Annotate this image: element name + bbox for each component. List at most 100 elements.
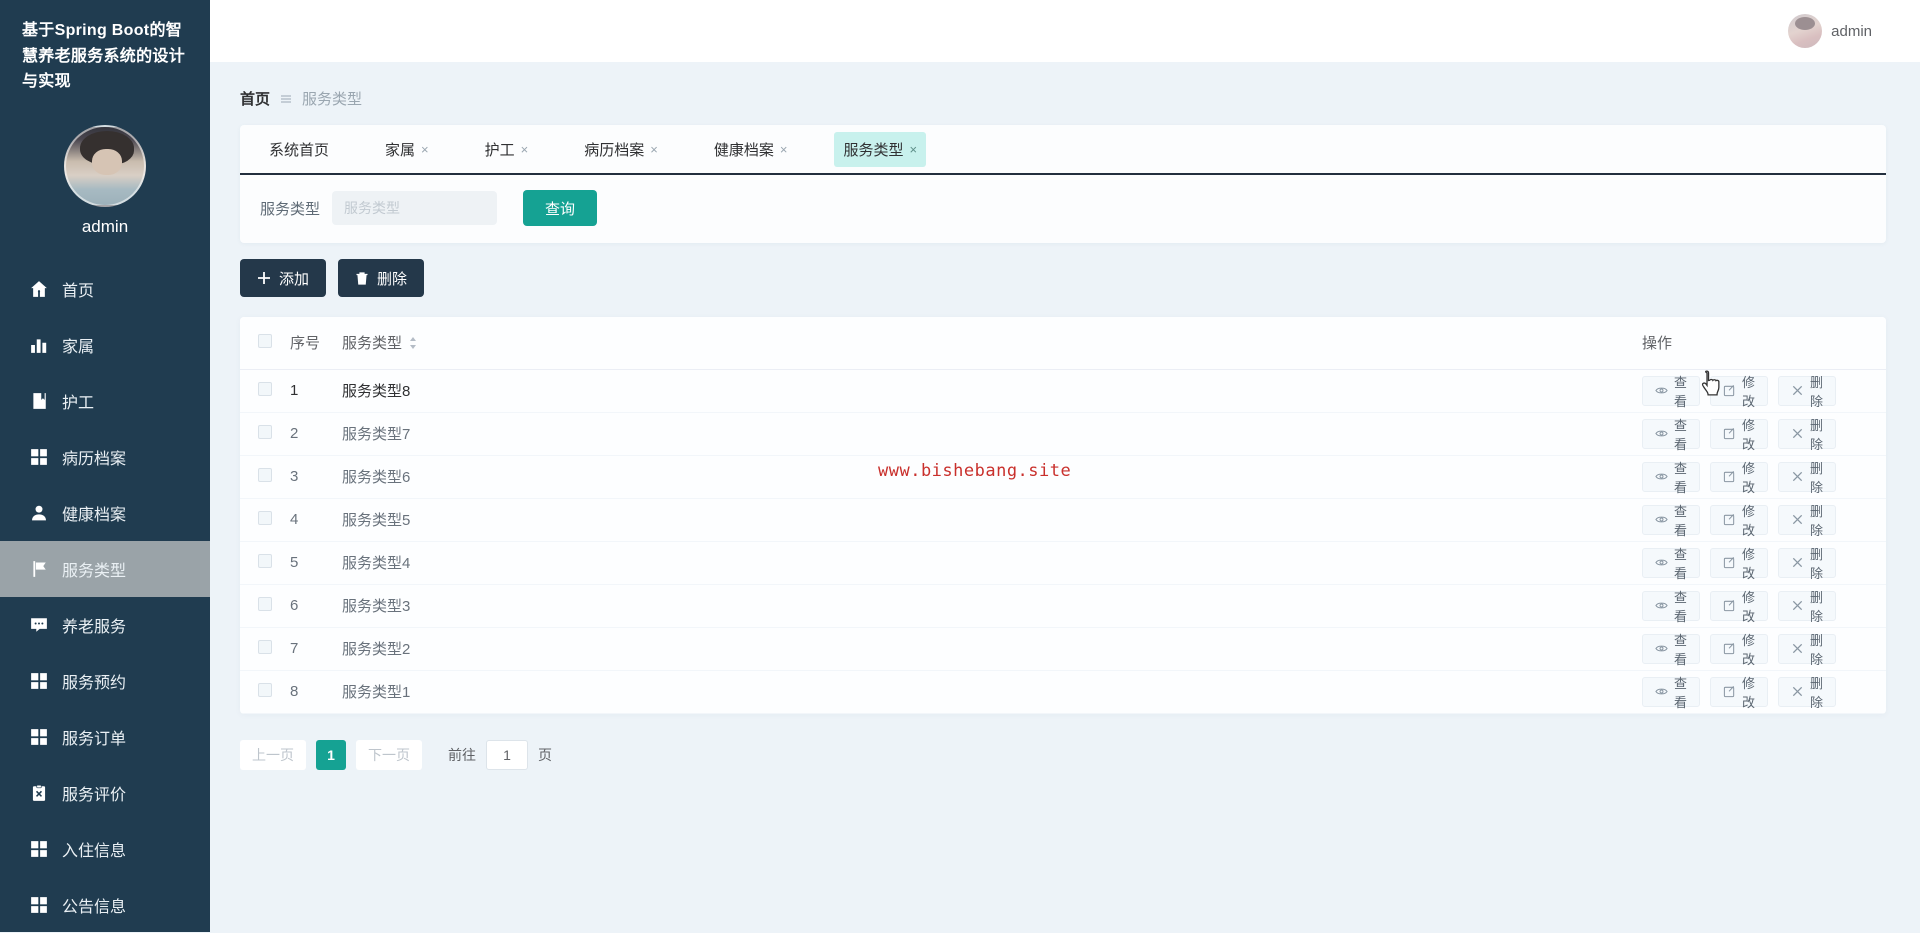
app-title: 基于Spring Boot的智慧养老服务系统的设计与实现 bbox=[22, 22, 186, 91]
table-row: 1 服务类型8 查看 修改 删除 bbox=[240, 369, 1886, 413]
sort-icon[interactable] bbox=[408, 336, 418, 350]
edit-icon bbox=[1723, 599, 1736, 612]
row-checkbox[interactable] bbox=[258, 639, 272, 654]
edit-button[interactable]: 修改 bbox=[1709, 461, 1768, 495]
sidebar-item-健康档案[interactable]: 健康档案 bbox=[0, 485, 210, 541]
eye-icon bbox=[1655, 513, 1668, 526]
view-button[interactable]: 查看 bbox=[1641, 504, 1700, 538]
close-icon bbox=[1791, 470, 1804, 483]
page-unit-label: 页 bbox=[538, 746, 552, 763]
tab-病历档案[interactable]: 病历档案 × bbox=[575, 132, 667, 167]
edit-button[interactable]: 修改 bbox=[1709, 590, 1768, 624]
edit-button[interactable]: 修改 bbox=[1709, 504, 1768, 538]
eye-icon bbox=[1655, 599, 1668, 612]
row-delete-button[interactable]: 删除 bbox=[1777, 461, 1836, 495]
row-delete-button[interactable]: 删除 bbox=[1777, 418, 1836, 452]
edit-icon bbox=[1723, 470, 1736, 483]
eye-icon bbox=[1655, 556, 1668, 569]
view-button[interactable]: 查看 bbox=[1641, 590, 1700, 624]
sidebar-avatar bbox=[64, 124, 146, 207]
row-checkbox[interactable] bbox=[258, 381, 272, 396]
topbar: admin bbox=[210, 0, 1920, 62]
tab-服务类型[interactable]: 服务类型 × bbox=[834, 131, 927, 167]
row-delete-button[interactable]: 删除 bbox=[1777, 375, 1836, 409]
sidebar-nav: 首页 家属 护工 病历档案 健康档案 服务类型 养老服务 服务预约 服务订单 服… bbox=[0, 261, 210, 933]
row-delete-button[interactable]: 删除 bbox=[1777, 590, 1836, 624]
sidebar-item-服务评价[interactable]: 服务评价 bbox=[0, 765, 210, 821]
row-checkbox[interactable] bbox=[258, 596, 272, 611]
topbar-username[interactable]: admin bbox=[1831, 23, 1872, 40]
row-checkbox[interactable] bbox=[258, 467, 272, 482]
sidebar-item-家属[interactable]: 家属 bbox=[0, 317, 210, 373]
table-header-row: 序号 服务类型 操作 bbox=[240, 317, 1886, 370]
row-index: 3 bbox=[290, 455, 342, 499]
edit-button[interactable]: 修改 bbox=[1709, 547, 1768, 581]
sidebar-item-病历档案[interactable]: 病历档案 bbox=[0, 429, 210, 485]
edit-button[interactable]: 修改 bbox=[1709, 633, 1768, 667]
tab-家属[interactable]: 家属 × bbox=[376, 132, 438, 167]
view-button[interactable]: 查看 bbox=[1641, 633, 1700, 667]
watermark: www.bishebang.site bbox=[878, 461, 1072, 481]
sidebar-item-入住信息[interactable]: 入住信息 bbox=[0, 821, 210, 877]
sidebar: 基于Spring Boot的智慧养老服务系统的设计与实现 admin 首页 家属… bbox=[0, 0, 210, 932]
tab-close-icon[interactable]: × bbox=[521, 142, 529, 157]
view-button[interactable]: 查看 bbox=[1641, 461, 1700, 495]
delete-button[interactable]: 删除 bbox=[338, 259, 425, 297]
select-all-checkbox[interactable] bbox=[258, 333, 272, 348]
sidebar-item-label: 公告信息 bbox=[62, 898, 127, 916]
tab-系统首页[interactable]: 系统首页 bbox=[260, 132, 338, 167]
tab-护工[interactable]: 护工 × bbox=[476, 132, 538, 167]
table-row: 5 服务类型4 查看 修改 删除 bbox=[240, 541, 1886, 585]
row-service-type: 服务类型8 bbox=[342, 369, 1642, 413]
edit-button[interactable]: 修改 bbox=[1709, 418, 1768, 452]
next-page-button[interactable]: 下一页 bbox=[356, 739, 422, 770]
query-button[interactable]: 查询 bbox=[523, 190, 598, 226]
sidebar-username: admin bbox=[81, 216, 129, 236]
view-button[interactable]: 查看 bbox=[1641, 676, 1700, 710]
tabs-card: 系统首页 家属 × 护工 × 病历档案 × 健康档案 × 服务类型 × 服务类型 查询 bbox=[240, 125, 1886, 243]
column-header-type[interactable]: 服务类型 bbox=[342, 317, 1642, 370]
view-button[interactable]: 查看 bbox=[1641, 375, 1700, 409]
row-index: 6 bbox=[290, 584, 342, 628]
tab-close-icon[interactable]: × bbox=[421, 142, 429, 157]
row-service-type: 服务类型4 bbox=[342, 541, 1642, 585]
tab-close-icon[interactable]: × bbox=[650, 142, 658, 157]
sidebar-item-公告信息[interactable]: 公告信息 bbox=[0, 877, 210, 933]
sidebar-item-服务类型[interactable]: 服务类型 bbox=[0, 540, 210, 597]
sidebar-item-服务预约[interactable]: 服务预约 bbox=[0, 653, 210, 709]
close-icon bbox=[1791, 513, 1804, 526]
bar-chart-icon bbox=[30, 336, 48, 354]
row-index: 1 bbox=[290, 369, 342, 413]
tab-健康档案[interactable]: 健康档案 × bbox=[705, 132, 797, 167]
row-checkbox[interactable] bbox=[258, 510, 272, 525]
sidebar-item-首页[interactable]: 首页 bbox=[0, 261, 210, 317]
row-checkbox[interactable] bbox=[258, 553, 272, 568]
view-button[interactable]: 查看 bbox=[1641, 418, 1700, 452]
row-index: 5 bbox=[290, 541, 342, 585]
tab-close-icon[interactable]: × bbox=[780, 142, 788, 157]
row-delete-button[interactable]: 删除 bbox=[1777, 633, 1836, 667]
row-delete-button[interactable]: 删除 bbox=[1777, 547, 1836, 581]
edit-icon bbox=[1723, 685, 1736, 698]
tab-close-icon[interactable]: × bbox=[909, 142, 917, 157]
edit-button[interactable]: 修改 bbox=[1709, 676, 1768, 710]
row-checkbox[interactable] bbox=[258, 424, 272, 439]
row-checkbox[interactable] bbox=[258, 682, 272, 697]
page-1-button[interactable]: 1 bbox=[316, 739, 346, 770]
sidebar-item-养老服务[interactable]: 养老服务 bbox=[0, 597, 210, 653]
goto-page-input[interactable] bbox=[486, 739, 528, 770]
row-delete-button[interactable]: 删除 bbox=[1777, 504, 1836, 538]
search-input[interactable] bbox=[332, 191, 498, 225]
user-avatar[interactable] bbox=[1788, 14, 1823, 48]
view-button[interactable]: 查看 bbox=[1641, 547, 1700, 581]
breadcrumb-home[interactable]: 首页 bbox=[240, 88, 270, 109]
goto-label: 前往 bbox=[448, 746, 476, 763]
row-service-type: 服务类型7 bbox=[342, 412, 1642, 456]
row-delete-button[interactable]: 删除 bbox=[1777, 676, 1836, 710]
close-icon bbox=[1791, 427, 1804, 440]
sidebar-item-服务订单[interactable]: 服务订单 bbox=[0, 709, 210, 765]
user-icon bbox=[30, 504, 48, 522]
add-button[interactable]: 添加 bbox=[240, 259, 327, 297]
prev-page-button[interactable]: 上一页 bbox=[240, 739, 306, 770]
sidebar-item-护工[interactable]: 护工 bbox=[0, 373, 210, 429]
